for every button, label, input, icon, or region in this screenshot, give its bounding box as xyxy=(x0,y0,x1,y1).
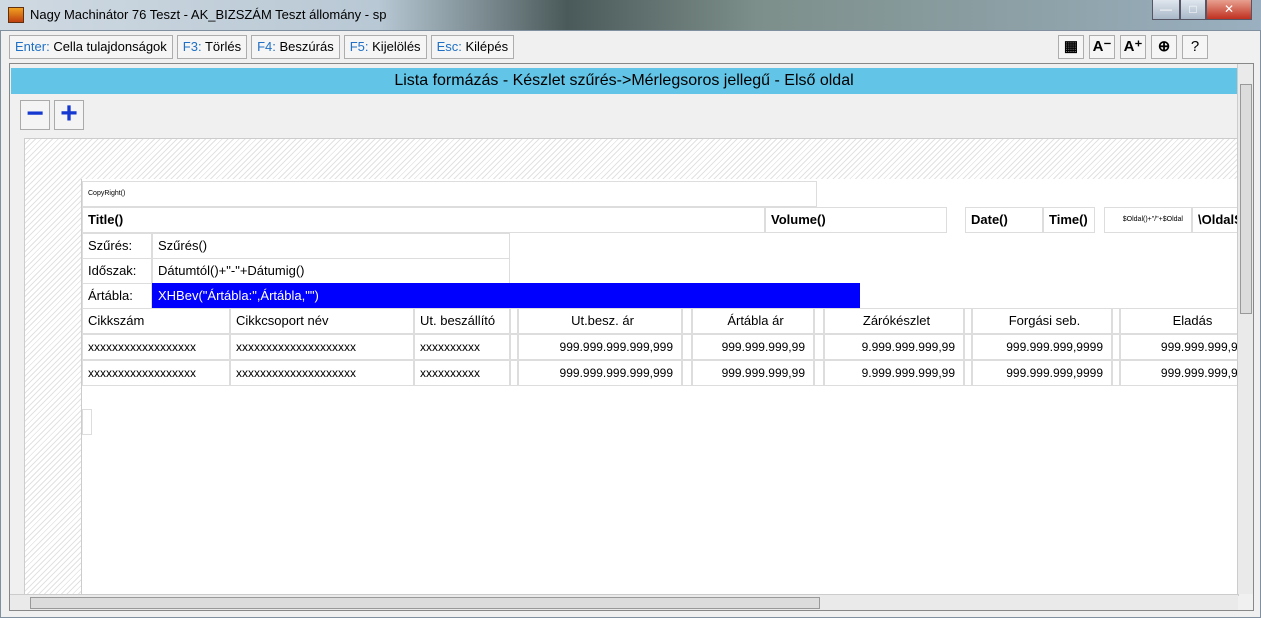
copyright-cell[interactable]: CopyRight() xyxy=(82,181,817,207)
column-header[interactable]: Ut. beszállító xyxy=(414,308,510,334)
spacer-cell[interactable] xyxy=(510,334,518,360)
table-cell[interactable]: 9.999.999.999,99 xyxy=(824,360,964,386)
period-value-cell[interactable]: Dátumtól()+"-"+Dátumig() xyxy=(152,258,510,284)
shortcut-key: F4: xyxy=(257,39,276,54)
table-cell[interactable]: 999.999.999,9999 xyxy=(972,360,1112,386)
table-cell[interactable]: 999.999.999.999,999 xyxy=(518,360,682,386)
vertical-scrollbar[interactable] xyxy=(1237,64,1253,594)
button-label: Kijelölés xyxy=(372,39,421,54)
time-cell[interactable]: Time() xyxy=(1043,207,1095,233)
column-header[interactable]: Zárókészlet xyxy=(824,308,964,334)
table-cell[interactable]: 9.999.999.999,99 xyxy=(824,334,964,360)
volume-cell[interactable]: Volume() xyxy=(765,207,947,233)
select-button[interactable]: F5: Kijelölés xyxy=(343,35,427,59)
font-smaller-icon[interactable]: A⁻ xyxy=(1089,35,1115,59)
date-cell[interactable]: Date() xyxy=(965,207,1043,233)
content-area: Lista formázás - Készlet szűrés->Mérlegs… xyxy=(9,63,1254,611)
delete-button[interactable]: F3: Törlés xyxy=(176,35,248,59)
spacer-cell[interactable] xyxy=(682,360,692,386)
spacer-cell[interactable] xyxy=(814,360,824,386)
app-icon xyxy=(8,7,24,23)
spacer-cell[interactable] xyxy=(682,308,692,334)
table-cell[interactable]: xxxxxxxxxxxxxxxxxx xyxy=(82,360,230,386)
zoom-out-button[interactable]: − xyxy=(20,99,50,130)
maximize-button[interactable]: □ xyxy=(1180,0,1206,20)
page-number-cell[interactable]: $Oldal()+"/"+$Oldal xyxy=(1104,207,1192,233)
column-header[interactable]: Cikkcsoport név xyxy=(230,308,414,334)
table-cell[interactable]: 999.999.999,999 xyxy=(1120,360,1238,386)
help-button[interactable]: ? xyxy=(1182,35,1208,59)
table-cell[interactable]: xxxxxxxxxxxxxxxxxxxx xyxy=(230,360,414,386)
column-header[interactable]: Forgási seb. xyxy=(972,308,1112,334)
spacer-cell[interactable] xyxy=(964,360,972,386)
shortcut-toolbar: Enter: Cella tulajdonságok F3: Törlés F4… xyxy=(9,35,515,61)
spacer-cell[interactable] xyxy=(964,334,972,360)
page-string-cell[interactable]: \OldalStr xyxy=(1192,207,1238,233)
table-cell[interactable]: xxxxxxxxxxxxxxxxxxxx xyxy=(230,334,414,360)
table-cell[interactable]: xxxxxxxxxxxxxxxxxx xyxy=(82,334,230,360)
table-cell[interactable]: xxxxxxxxxx xyxy=(414,360,510,386)
filter-value-cell[interactable]: Szűrés() xyxy=(152,233,510,259)
spacer-cell[interactable] xyxy=(510,308,518,334)
button-label: Cella tulajdonságok xyxy=(53,39,167,54)
zoom-in-button[interactable]: + xyxy=(54,99,84,130)
title-cell[interactable]: Title() xyxy=(82,207,765,233)
spacer-cell[interactable] xyxy=(1112,360,1120,386)
close-button[interactable]: ✕ xyxy=(1206,0,1252,20)
font-larger-icon[interactable]: A⁺ xyxy=(1120,35,1146,59)
spacer-cell[interactable] xyxy=(1112,308,1120,334)
button-label: Törlés xyxy=(204,39,242,54)
column-header[interactable]: Ártábla ár xyxy=(692,308,814,334)
grid-icon[interactable]: ▦ xyxy=(1058,35,1084,59)
table-cell[interactable]: 999.999.999.999,999 xyxy=(518,334,682,360)
empty-cell[interactable] xyxy=(82,409,92,435)
spacer-cell[interactable] xyxy=(964,308,972,334)
table-cell[interactable]: 999.999.999,999 xyxy=(1120,334,1238,360)
scrollbar-thumb[interactable] xyxy=(30,597,820,609)
cell-properties-button[interactable]: Enter: Cella tulajdonságok xyxy=(9,35,173,59)
price-table-label: Ártábla: xyxy=(82,283,152,309)
title-bar: Nagy Machinátor 76 Teszt - AK_BIZSZÁM Te… xyxy=(0,0,1261,30)
report-canvas: CopyRight() Title() Volume() Date() Time… xyxy=(24,138,1239,596)
minimize-button[interactable]: — xyxy=(1152,0,1180,20)
spacer-cell[interactable] xyxy=(510,360,518,386)
insert-button[interactable]: F4: Beszúrás xyxy=(251,35,340,59)
exit-button[interactable]: Esc: Kilépés xyxy=(430,35,515,59)
spacer-cell[interactable] xyxy=(682,334,692,360)
column-header[interactable]: Eladás xyxy=(1120,308,1238,334)
column-header[interactable]: Ut.besz. ár xyxy=(518,308,682,334)
table-cell[interactable]: 999.999.999,9999 xyxy=(972,334,1112,360)
shortcut-key: F5: xyxy=(349,39,369,54)
filter-label: Szűrés: xyxy=(82,233,152,259)
shortcut-key: F3: xyxy=(182,39,202,54)
spacer-cell[interactable] xyxy=(814,334,824,360)
spacer-cell[interactable] xyxy=(814,308,824,334)
button-label: Kilépés xyxy=(465,39,509,54)
price-table-value-cell-selected[interactable]: XHBev("Ártábla:",Ártábla,"") xyxy=(152,283,860,309)
shortcut-key: Esc: xyxy=(436,39,462,54)
horizontal-scrollbar[interactable] xyxy=(10,594,1238,610)
window-title: Nagy Machinátor 76 Teszt - AK_BIZSZÁM Te… xyxy=(30,7,387,22)
report-page: CopyRight() Title() Volume() Date() Time… xyxy=(81,179,1238,595)
shortcut-key: Enter: xyxy=(15,39,50,54)
table-cell[interactable]: 999.999.999,99 xyxy=(692,334,814,360)
table-cell[interactable]: 999.999.999,99 xyxy=(692,360,814,386)
column-header[interactable]: Cikkszám xyxy=(82,308,230,334)
main-window: Enter: Cella tulajdonságok F3: Törlés F4… xyxy=(0,30,1261,618)
table-cell[interactable]: xxxxxxxxxx xyxy=(414,334,510,360)
page-title: Lista formázás - Készlet szűrés->Mérlegs… xyxy=(11,68,1237,94)
period-label: Időszak: xyxy=(82,258,152,284)
button-label: Beszúrás xyxy=(279,39,334,54)
spacer-cell[interactable] xyxy=(1112,334,1120,360)
scrollbar-thumb[interactable] xyxy=(1240,84,1252,314)
navigate-icon[interactable]: ⊕ xyxy=(1151,35,1177,59)
